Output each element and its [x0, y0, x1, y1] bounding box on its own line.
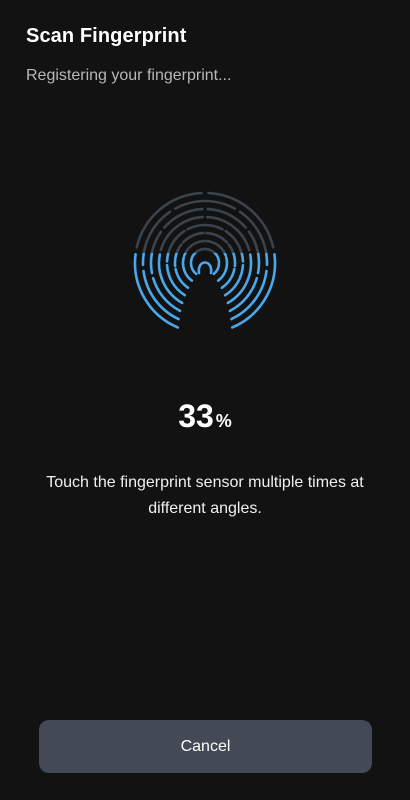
fingerprint-ridge	[212, 261, 221, 276]
status-text: Registering your fingerprint...	[26, 67, 232, 84]
page-title: Scan Fingerprint	[26, 25, 187, 47]
fingerprint-ridge	[173, 199, 237, 210]
fingerprint-ridge	[228, 276, 259, 313]
cancel-button[interactable]: Cancel	[39, 720, 372, 773]
instruction-text: Touch the fingerprint sensor multiple ti…	[46, 474, 364, 517]
fingerprint-ridge	[189, 261, 198, 276]
progress-value: 33	[178, 398, 214, 434]
fingerprint-icon	[133, 191, 277, 329]
progress-unit: %	[215, 411, 232, 431]
fingerprint-ridge	[230, 278, 257, 311]
fingerprint-ridge	[153, 278, 180, 311]
fingerprint-ridge	[151, 276, 182, 313]
fingerprint-ridge	[186, 223, 224, 231]
fingerprint-progress	[130, 188, 280, 338]
fingerprint-core	[197, 261, 213, 275]
progress-percent: 33%	[0, 398, 410, 435]
fingerprint-ridge	[197, 247, 213, 252]
